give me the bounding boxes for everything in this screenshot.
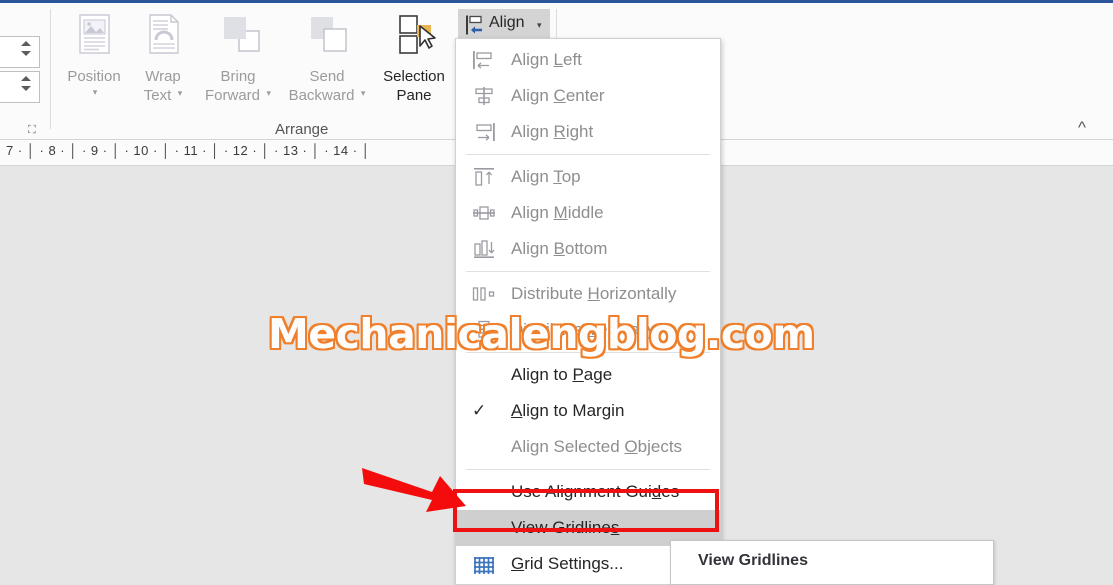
position-icon — [58, 11, 130, 67]
dialog-launcher-icon[interactable]: ⛶ — [28, 123, 42, 137]
menu-item-distribute-horizontally: Distribute Horizontally — [456, 276, 720, 312]
align-middle-icon — [468, 195, 500, 231]
position-label: Position — [67, 68, 121, 85]
menu-item-label: Align Bottom — [511, 239, 608, 258]
menu-item-align-selected-objects: Align Selected Objects — [456, 429, 720, 465]
bring-forward-button[interactable]: Bring Forward ▾ — [196, 11, 280, 105]
menu-item-label: Align to Page — [511, 365, 613, 384]
align-right-icon — [468, 114, 500, 150]
align-bottom-icon — [468, 231, 500, 267]
menu-item-label: Align Top — [511, 167, 581, 186]
group-divider — [50, 9, 51, 129]
check-icon: ✓ — [472, 401, 487, 420]
chevron-down-icon[interactable]: ▾ — [537, 20, 542, 31]
menu-item-label: Align Right — [511, 122, 594, 141]
position-button[interactable]: Position ▾ — [58, 11, 130, 104]
highlight-rectangle — [453, 489, 719, 532]
ruler-marks: 7 · │ · 8 · │ · 9 · │ · 10 · │ · 11 · │ … — [6, 143, 371, 158]
align-button[interactable]: Align ▾ — [458, 9, 550, 39]
chevron-up-icon[interactable]: ^ — [1078, 118, 1086, 138]
send-backward-icon — [282, 11, 372, 67]
menu-item-align-left: Align Left — [456, 42, 720, 78]
chevron-down-icon[interactable]: ▾ — [178, 88, 183, 99]
size-spinner-group — [0, 36, 40, 103]
selection-pane-icon — [372, 11, 456, 67]
bring-forward-sublabel: Forward — [205, 87, 261, 104]
menu-item-label: Align Center — [511, 86, 605, 105]
menu-item-label: Distribute Horizontally — [511, 284, 677, 303]
align-center-icon — [468, 78, 500, 114]
menu-item-align-bottom: Align Bottom — [456, 231, 720, 267]
menu-item-label: Align Selected Objects — [511, 437, 683, 456]
menu-item-label: Grid Settings... — [511, 554, 624, 573]
tooltip-title: View Gridlines — [698, 552, 808, 569]
grid-settings-icon — [468, 546, 500, 582]
menu-separator — [466, 154, 710, 155]
menu-item-label: Align to Margin — [511, 401, 625, 420]
menu-separator — [466, 469, 710, 470]
chevron-down-icon[interactable]: ▾ — [361, 88, 366, 99]
align-icon — [464, 14, 486, 41]
horizontal-ruler[interactable]: 7 · │ · 8 · │ · 9 · │ · 10 · │ · 11 · │ … — [0, 140, 455, 166]
width-spinner[interactable] — [0, 71, 40, 103]
wrap-text-icon — [130, 11, 196, 67]
menu-item-align-center: Align Center — [456, 78, 720, 114]
tooltip: View Gridlines — [670, 540, 994, 585]
bring-forward-label: Bring — [220, 68, 256, 85]
menu-item-align-top: Align Top — [456, 159, 720, 195]
menu-item-label: Align Middle — [511, 203, 604, 222]
arrange-group-label: Arrange — [275, 121, 329, 138]
send-backward-label: Send — [309, 68, 345, 85]
selection-pane-button[interactable]: Selection Pane — [372, 11, 456, 105]
menu-item-align-to-page[interactable]: Align to Page — [456, 357, 720, 393]
align-button-label: Align — [489, 14, 525, 31]
align-top-icon — [468, 159, 500, 195]
menu-item-align-middle: Align Middle — [456, 195, 720, 231]
chevron-down-icon[interactable]: ▾ — [266, 88, 271, 99]
spinner-arrows-icon[interactable] — [19, 41, 33, 65]
wrap-text-label: Wrap — [145, 68, 181, 85]
height-spinner[interactable] — [0, 36, 40, 68]
menu-item-label: Align Left — [511, 50, 582, 69]
menu-separator — [466, 271, 710, 272]
menu-item-align-to-margin[interactable]: ✓ Align to Margin — [456, 393, 720, 429]
selection-pane-sublabel: Pane — [396, 87, 432, 104]
send-backward-sublabel: Backward — [288, 87, 355, 104]
red-arrow-annotation — [360, 462, 470, 531]
wrap-text-button[interactable]: Wrap Text ▾ — [130, 11, 196, 105]
chevron-down-icon[interactable]: ▾ — [93, 87, 98, 98]
align-left-icon — [468, 42, 500, 78]
wrap-text-sublabel: Text — [143, 87, 172, 104]
selection-pane-label: Selection — [383, 68, 445, 85]
watermark: Mechanicalengblog.com — [268, 310, 815, 358]
send-backward-button[interactable]: Send Backward ▾ — [282, 11, 372, 105]
menu-item-align-right: Align Right — [456, 114, 720, 150]
bring-forward-icon — [196, 11, 280, 67]
distribute-h-icon — [468, 276, 500, 312]
spinner-arrows-icon[interactable] — [19, 76, 33, 100]
